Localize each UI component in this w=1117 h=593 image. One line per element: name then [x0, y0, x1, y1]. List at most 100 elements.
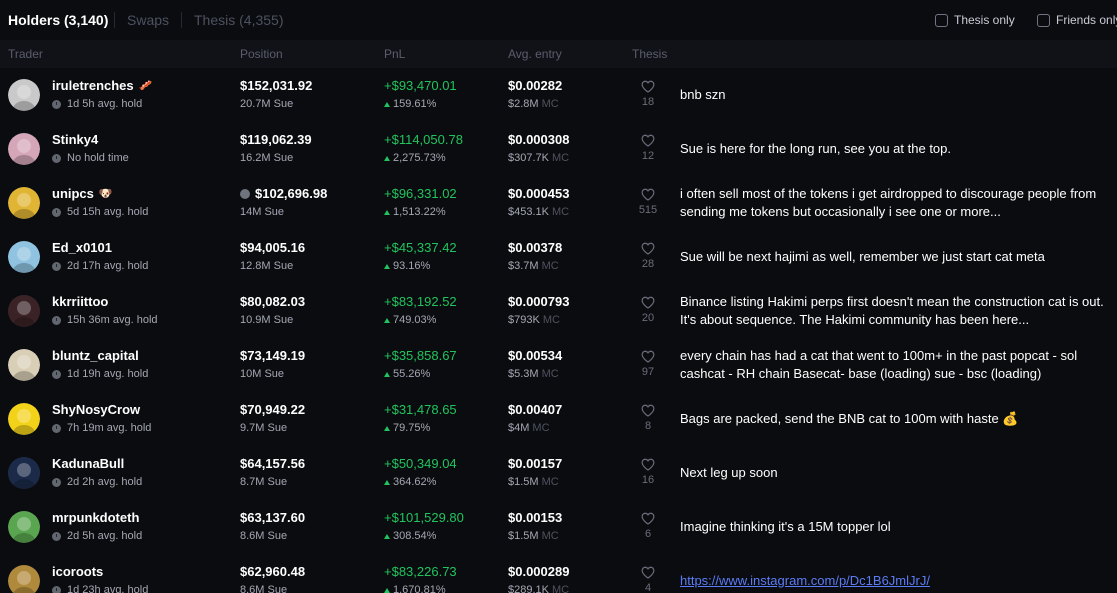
column-trader: Trader	[8, 47, 43, 61]
token-amount: 20.7M Sue	[240, 98, 294, 110]
hold-time-text: 1d 23h avg. hold	[67, 584, 149, 593]
avatar[interactable]	[8, 241, 40, 273]
like-button[interactable]: 515	[632, 188, 664, 220]
avatar[interactable]	[8, 457, 40, 489]
trader-name[interactable]: iruletrenches 🥓	[52, 78, 152, 94]
avatar[interactable]	[8, 511, 40, 543]
up-arrow-icon	[384, 264, 390, 269]
market-cap-label: MC	[551, 152, 570, 164]
table-row[interactable]: mrpunkdoteth 2d 5h avg. hold $63,137.60 8.6…	[0, 500, 1117, 554]
table-row[interactable]: Ed_x0101 2d 17h avg. hold $94,005.16 12.8M …	[0, 230, 1117, 284]
thesis-only-filter[interactable]: Thesis only	[935, 12, 1015, 28]
column-pnl: PnL	[384, 47, 406, 61]
avatar[interactable]	[8, 295, 40, 327]
clock-icon	[52, 154, 61, 163]
like-button[interactable]: 28	[632, 242, 664, 274]
token-amount: 8.6M Sue	[240, 530, 288, 542]
friends-only-label: Friends only	[1056, 13, 1117, 27]
avatar[interactable]	[8, 79, 40, 111]
up-arrow-icon	[384, 372, 390, 377]
table-row[interactable]: KadunaBull 2d 2h avg. hold $64,157.56 8.7M …	[0, 446, 1117, 500]
like-count: 8	[644, 420, 652, 432]
trader-name[interactable]: mrpunkdoteth	[52, 510, 144, 526]
up-arrow-icon	[384, 426, 390, 431]
table-row[interactable]: kkrriittoo 15h 36m avg. hold $80,082.03 10.…	[0, 284, 1117, 338]
trader-name[interactable]: unipcs 🐶	[52, 186, 113, 202]
avatar[interactable]	[8, 565, 40, 593]
hold-time-text: 2d 17h avg. hold	[67, 260, 149, 272]
avg-entry-price: $0.00153	[508, 510, 563, 525]
trader-name-text: KadunaBull	[52, 456, 125, 471]
table-row[interactable]: iruletrenches 🥓 1d 5h avg. hold $152,031.92…	[0, 68, 1117, 122]
position-value: $80,082.03	[240, 294, 305, 310]
like-button[interactable]: 6	[632, 512, 664, 544]
trader-name[interactable]: ShyNosyCrow	[52, 402, 145, 418]
like-button[interactable]: 4	[632, 566, 664, 593]
entry-market-cap: $2.8M MC	[508, 98, 559, 111]
trader-name[interactable]: Ed_x0101	[52, 240, 117, 256]
hold-time: 2d 2h avg. hold	[52, 476, 142, 489]
pnl-percent-text: 55.26%	[393, 368, 431, 380]
position-value: $152,031.92	[240, 78, 312, 94]
trader-name[interactable]: kkrriittoo	[52, 294, 113, 310]
clock-icon	[52, 586, 61, 593]
trader-name[interactable]: bluntz_capital	[52, 348, 144, 364]
avatar[interactable]	[8, 349, 40, 381]
table-row[interactable]: Stinky4 No hold time $119,062.39 16.2M Sue +…	[0, 122, 1117, 176]
friends-only-filter[interactable]: Friends only	[1037, 12, 1117, 28]
tab-swaps[interactable]: Swaps	[127, 12, 169, 28]
trader-name[interactable]: KadunaBull	[52, 456, 129, 472]
position-value-text: $73,149.19	[240, 348, 306, 363]
position-value: $62,960.48	[240, 564, 305, 580]
like-button[interactable]: 16	[632, 458, 664, 490]
entry-market-cap: $453.1K MC	[508, 206, 569, 219]
tab-thesis[interactable]: Thesis (4,355)	[194, 12, 283, 28]
thesis-link[interactable]: https://www.instagram.com/p/Dc1B6JmlJrJ/	[680, 572, 1110, 590]
pnl-value: +$45,337.42	[384, 240, 457, 255]
thesis-only-label: Thesis only	[954, 13, 1015, 27]
trader-name[interactable]: icoroots	[52, 564, 108, 580]
trader-name[interactable]: Stinky4	[52, 132, 103, 148]
entry-market-cap: $5.3M MC	[508, 368, 559, 381]
tab-holders[interactable]: Holders (3,140)	[8, 12, 108, 28]
thesis-only-checkbox[interactable]	[935, 13, 948, 27]
hold-time: 5d 15h avg. hold	[52, 206, 148, 219]
avatar[interactable]	[8, 403, 40, 435]
like-button[interactable]: 12	[632, 134, 664, 166]
like-button[interactable]: 18	[632, 80, 664, 112]
like-count: 18	[641, 96, 655, 108]
thesis-text: Sue will be next hajimi as well, remembe…	[680, 249, 1045, 264]
avatar[interactable]	[8, 133, 40, 165]
table-row[interactable]: icoroots 1d 23h avg. hold $62,960.48 8.6M S…	[0, 554, 1117, 593]
table-row[interactable]: unipcs 🐶 5d 15h avg. hold $102,696.98 14M Su…	[0, 176, 1117, 230]
trader-name-text: unipcs	[52, 186, 94, 201]
avg-entry-price: $0.000308	[508, 132, 570, 147]
avatar[interactable]	[8, 187, 40, 219]
market-cap-label: MC	[541, 98, 559, 110]
heart-icon	[641, 296, 655, 309]
avg-entry-price: $0.00378	[508, 240, 563, 255]
like-count: 515	[638, 204, 658, 216]
column-position: Position	[240, 47, 283, 61]
thesis-text: i often sell most of the tokens i get ai…	[680, 186, 1097, 219]
up-arrow-icon	[384, 102, 390, 107]
like-button[interactable]: 97	[632, 350, 664, 382]
market-cap-label: MC	[551, 584, 570, 593]
token-amount: 8.7M Sue	[240, 476, 288, 488]
like-count: 6	[644, 528, 652, 540]
heart-icon	[641, 512, 655, 525]
like-button[interactable]: 20	[632, 296, 664, 328]
pnl-percent: 93.16%	[384, 260, 430, 273]
friends-only-checkbox[interactable]	[1037, 13, 1050, 27]
heart-icon	[641, 404, 655, 417]
like-button[interactable]: 8	[632, 404, 664, 436]
table-row[interactable]: bluntz_capital 1d 19h avg. hold $73,149.19…	[0, 338, 1117, 392]
entry-market-cap: $1.5M MC	[508, 476, 559, 489]
position-value-text: $70,949.22	[240, 402, 306, 417]
like-count: 28	[641, 258, 655, 270]
pnl-value: +$83,192.52	[384, 294, 457, 309]
table-row[interactable]: ShyNosyCrow 7h 19m avg. hold $70,949.22 9.7…	[0, 392, 1117, 446]
like-count: 20	[641, 312, 655, 324]
position-value: $73,149.19	[240, 348, 305, 364]
pnl-percent: 2,275.73%	[384, 152, 446, 165]
